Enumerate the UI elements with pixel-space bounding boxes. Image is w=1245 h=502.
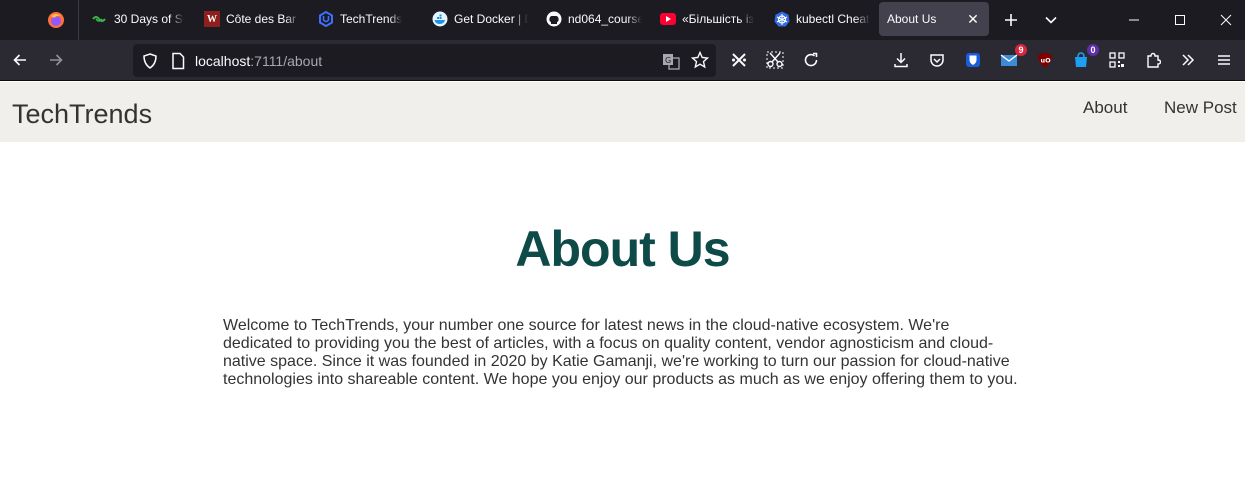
w-icon: W: [204, 11, 220, 27]
tab-strip: 30 Days of SQL W Côte des Bar Champagne …: [0, 0, 1245, 40]
ublock-shield-icon[interactable]: uO: [1033, 48, 1057, 72]
nav-link-new-post[interactable]: New Post: [1164, 98, 1237, 118]
forward-arrow-icon[interactable]: [44, 48, 68, 72]
mail-count-badge: 9: [1015, 44, 1027, 56]
udacity-icon: [318, 11, 334, 27]
docker-icon: [432, 11, 448, 27]
page-title: About Us: [515, 221, 730, 277]
site-brand[interactable]: TechTrends: [12, 99, 152, 130]
github-icon: [546, 11, 562, 27]
tab-sql[interactable]: 30 Days of SQL: [92, 0, 184, 38]
page-info-icon[interactable]: [171, 52, 185, 75]
leetcode-icon: [92, 11, 108, 27]
close-window-icon[interactable]: [1214, 8, 1238, 32]
extension-pinwheel-icon[interactable]: [727, 48, 751, 72]
extension-bag-icon[interactable]: 0: [1069, 44, 1099, 72]
tab-github[interactable]: nd064_course_1: [546, 0, 642, 38]
tab-cote-des-bar[interactable]: W Côte des Bar Champagne: [204, 0, 300, 38]
downloads-icon[interactable]: [889, 48, 913, 72]
url-text[interactable]: localhost:7111/about: [195, 53, 322, 69]
site-header: TechTrends About New Post: [0, 82, 1245, 142]
minimize-window-icon[interactable]: [1122, 8, 1146, 32]
hamburger-menu-icon[interactable]: [1212, 48, 1236, 72]
kubernetes-icon: [774, 11, 790, 27]
tab-title: Côte des Bar Champagne: [226, 12, 300, 26]
svg-text:G: G: [665, 56, 671, 65]
tab-kubectl[interactable]: kubectl Cheat Sheet: [774, 0, 870, 38]
maximize-window-icon[interactable]: [1168, 8, 1192, 32]
tab-title: nd064_course_1: [568, 12, 642, 26]
firefox-icon[interactable]: [42, 6, 70, 34]
reload-icon[interactable]: [799, 48, 823, 72]
qr-code-icon[interactable]: [1105, 48, 1129, 72]
extension-count-badge: 0: [1087, 44, 1099, 56]
pocket-icon[interactable]: [925, 48, 949, 72]
screenshot-scissors-icon[interactable]: [763, 48, 787, 72]
back-arrow-icon[interactable]: [8, 48, 32, 72]
list-tabs-chevron-down-icon[interactable]: [1039, 8, 1063, 32]
tab-title: kubectl Cheat Sheet: [796, 12, 870, 26]
tab-title: 30 Days of SQL: [114, 12, 184, 26]
tab-techtrends[interactable]: TechTrends: [318, 0, 412, 38]
overflow-chevrons-icon[interactable]: [1176, 48, 1200, 72]
tab-youtube[interactable]: «Більшість із: [660, 0, 756, 38]
youtube-icon: [660, 11, 676, 27]
new-tab-icon[interactable]: [999, 8, 1023, 32]
url-host: localhost: [195, 53, 251, 69]
tab-get-docker[interactable]: Get Docker | Docker: [432, 0, 528, 38]
mail-icon[interactable]: 9: [997, 44, 1027, 72]
tab-title: Get Docker | Docker: [454, 12, 528, 26]
tab-title: About Us: [887, 12, 937, 26]
tab-about-us-active[interactable]: About Us ✕: [879, 2, 989, 36]
bookmark-star-icon[interactable]: [690, 50, 710, 74]
navigation-toolbar: localhost:7111/about G 9 uO 0: [0, 40, 1245, 81]
close-tab-icon[interactable]: ✕: [965, 11, 981, 27]
translate-icon[interactable]: G: [662, 52, 680, 75]
about-paragraph: Welcome to TechTrends, your number one s…: [223, 317, 1018, 388]
tab-title: TechTrends: [340, 12, 403, 26]
extensions-puzzle-icon[interactable]: [1141, 48, 1165, 72]
nav-link-about[interactable]: About: [1083, 98, 1127, 118]
tab-title: «Більшість із: [682, 12, 755, 26]
address-bar[interactable]: localhost:7111/about G: [133, 44, 716, 77]
svg-text:uO: uO: [1041, 57, 1052, 65]
tracking-shield-icon[interactable]: [141, 52, 159, 75]
bitwarden-shield-icon[interactable]: [961, 48, 985, 72]
tab-separator: [78, 0, 79, 40]
url-path: :7111/about: [250, 53, 323, 69]
